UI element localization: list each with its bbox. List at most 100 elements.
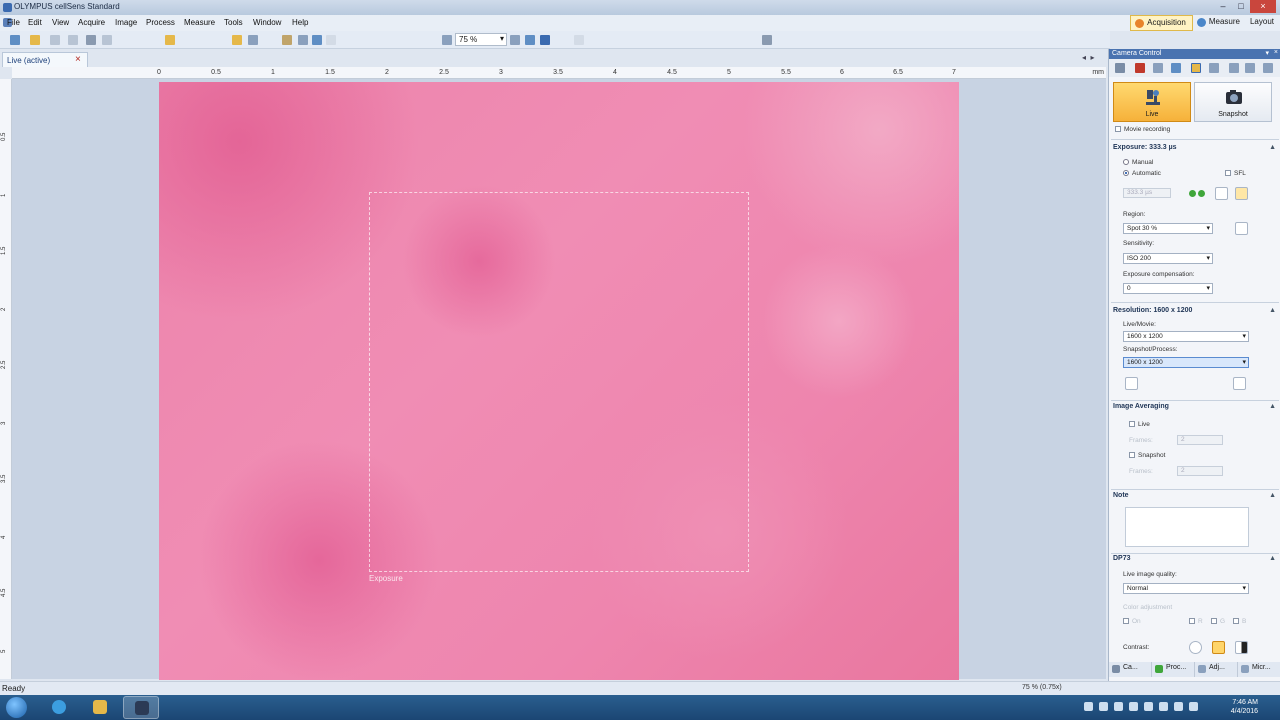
- select-tool-icon[interactable]: [232, 35, 242, 45]
- collapse-icon[interactable]: ▲: [1269, 144, 1276, 151]
- exposure-section-title[interactable]: Exposure: 333.3 µs: [1113, 144, 1177, 151]
- screenshot-icon[interactable]: [762, 35, 772, 45]
- collapse-icon[interactable]: ▲: [1269, 555, 1276, 562]
- live-image-quality-select[interactable]: Normal ▾: [1123, 583, 1249, 594]
- tray-icon[interactable]: [1084, 702, 1093, 711]
- start-button[interactable]: [6, 697, 27, 718]
- taskbar-file-explorer[interactable]: [82, 696, 118, 719]
- layout-folder-icon[interactable]: [165, 35, 175, 45]
- histogram-icon[interactable]: [1171, 63, 1181, 73]
- automatic-radio[interactable]: Automatic: [1123, 170, 1161, 177]
- maximize-button[interactable]: □: [1232, 0, 1250, 13]
- snapshot-resolution-select[interactable]: 1600 x 1200 ▾: [1123, 357, 1249, 368]
- stop-icon[interactable]: [1114, 702, 1123, 711]
- sfl-checkbox[interactable]: SFL: [1225, 170, 1246, 177]
- camera-settings-icon[interactable]: [1153, 63, 1163, 73]
- open-folder-icon[interactable]: [30, 35, 40, 45]
- note-textarea[interactable]: [1125, 507, 1249, 547]
- menu-edit[interactable]: Edit: [28, 18, 42, 27]
- contrast-high-icon[interactable]: [1235, 641, 1248, 654]
- fit-window-icon[interactable]: [525, 35, 535, 45]
- contrast-normal-icon[interactable]: [1212, 641, 1225, 654]
- zoom-tool-icon[interactable]: [298, 35, 308, 45]
- flag-icon[interactable]: [1174, 702, 1183, 711]
- taskbar-internet-explorer[interactable]: [41, 696, 77, 719]
- sensitivity-select[interactable]: ISO 200 ▾: [1123, 253, 1213, 264]
- averaging-live-checkbox[interactable]: Live: [1129, 421, 1150, 428]
- collapse-icon[interactable]: ▲: [1269, 403, 1276, 410]
- more-icon[interactable]: [1263, 63, 1273, 73]
- live-specimen-image[interactable]: Exposure: [159, 82, 959, 680]
- menu-process[interactable]: Process: [146, 18, 175, 27]
- resolution-section-title[interactable]: Resolution: 1600 x 1200: [1113, 307, 1192, 314]
- close-panel-icon[interactable]: ×: [1274, 49, 1278, 56]
- color-r-checkbox[interactable]: R: [1189, 618, 1203, 625]
- tray-icon[interactable]: [1129, 702, 1138, 711]
- pause-icon[interactable]: [1099, 702, 1108, 711]
- pencil-icon[interactable]: [1115, 63, 1125, 73]
- undo-icon[interactable]: [248, 35, 258, 45]
- crop-icon[interactable]: [312, 35, 322, 45]
- save-all-icon[interactable]: [68, 35, 78, 45]
- averaging-snapshot-checkbox[interactable]: Snapshot: [1129, 452, 1165, 459]
- manual-radio[interactable]: Manual: [1123, 159, 1153, 166]
- menu-help[interactable]: Help: [292, 18, 308, 27]
- tab-scroll-arrows[interactable]: ◂ ▸: [1082, 53, 1094, 62]
- menu-tools[interactable]: Tools: [224, 18, 243, 27]
- close-tab-icon[interactable]: ×: [75, 54, 81, 65]
- network-icon[interactable]: [1159, 702, 1168, 711]
- tray-icon[interactable]: [1144, 702, 1153, 711]
- refresh-icon[interactable]: [1209, 63, 1219, 73]
- color-on-checkbox[interactable]: On: [1123, 618, 1141, 625]
- close-button[interactable]: ×: [1250, 0, 1276, 13]
- pin-icon[interactable]: ▾: [1265, 49, 1269, 57]
- color-b-checkbox[interactable]: B: [1233, 618, 1246, 625]
- region-select-icon[interactable]: [326, 35, 336, 45]
- snapshot-frames-field[interactable]: 2: [1177, 466, 1223, 476]
- print-icon[interactable]: [86, 35, 96, 45]
- minimize-button[interactable]: –: [1214, 0, 1232, 13]
- dp73-section-title[interactable]: DP73: [1113, 555, 1131, 562]
- record-icon[interactable]: [1135, 63, 1145, 73]
- live-button[interactable]: Live: [1113, 82, 1191, 122]
- tab-live-active[interactable]: Live (active) ×: [2, 52, 88, 67]
- layout-tab-measure[interactable]: Measure: [1193, 15, 1246, 31]
- auto-exposure-icon[interactable]: [1215, 187, 1228, 200]
- layout-tab-acquisition[interactable]: Acquisition: [1130, 15, 1193, 31]
- magnifier-icon[interactable]: [442, 35, 452, 45]
- image-averaging-section-title[interactable]: Image Averaging: [1113, 403, 1169, 410]
- layout-tab-layout[interactable]: Layout: [1246, 15, 1280, 31]
- crop-icon[interactable]: [1125, 377, 1138, 390]
- tab-microscope[interactable]: Micr...: [1238, 662, 1280, 677]
- contrast-low-icon[interactable]: [1189, 641, 1202, 654]
- live-resolution-select[interactable]: 1600 x 1200 ▾: [1123, 331, 1249, 342]
- pan-hand-icon[interactable]: [282, 35, 292, 45]
- collapse-icon[interactable]: ▲: [1269, 307, 1276, 314]
- menu-measure[interactable]: Measure: [184, 18, 215, 27]
- tab-adjust[interactable]: Adj...: [1195, 662, 1238, 677]
- note-section-title[interactable]: Note: [1113, 492, 1129, 499]
- region-select-icon[interactable]: [1235, 222, 1248, 235]
- close-document-icon[interactable]: [102, 35, 112, 45]
- movie-recording-checkbox[interactable]: Movie recording: [1115, 126, 1170, 133]
- zoom-combo[interactable]: 75 % ▾: [455, 33, 507, 46]
- snapshot-button[interactable]: Snapshot: [1194, 82, 1272, 122]
- exposure-region-frame[interactable]: [369, 192, 749, 572]
- collapse-icon[interactable]: ▲: [1269, 492, 1276, 499]
- volume-icon[interactable]: [1189, 702, 1198, 711]
- live-frames-field[interactable]: 2: [1177, 435, 1223, 445]
- menu-acquire[interactable]: Acquire: [78, 18, 105, 27]
- fit-width-icon[interactable]: [540, 35, 550, 45]
- new-document-icon[interactable]: [10, 35, 20, 45]
- clock[interactable]: 7:46 AM 4/4/2016: [1218, 698, 1258, 716]
- menu-file[interactable]: File: [7, 18, 20, 27]
- exposure-compensation-select[interactable]: 0 ▾: [1123, 283, 1213, 294]
- lock-icon[interactable]: [1235, 187, 1248, 200]
- save-icon[interactable]: [50, 35, 60, 45]
- binning-icon[interactable]: [1233, 377, 1246, 390]
- list-icon[interactable]: [1245, 63, 1255, 73]
- layout-grid-icon[interactable]: [574, 35, 584, 45]
- taskbar-cellsens[interactable]: [123, 696, 159, 719]
- exposure-time-field[interactable]: 333.3 µs: [1123, 188, 1171, 198]
- region-select[interactable]: Spot 30 % ▾: [1123, 223, 1213, 234]
